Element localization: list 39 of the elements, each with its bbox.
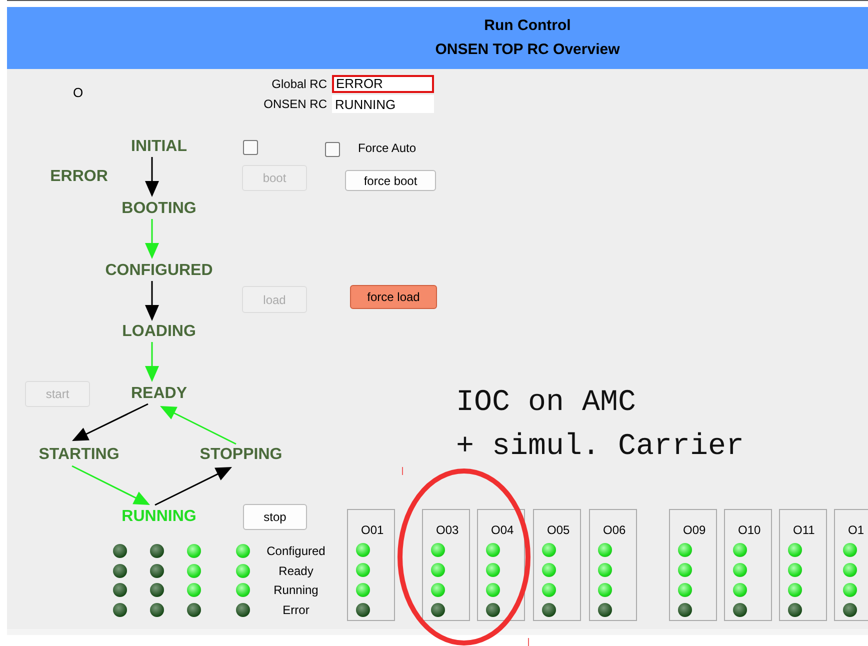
module-name: O1 (848, 523, 864, 537)
command-button[interactable]: force load (350, 285, 437, 309)
state-label: CONFIGURED (104, 261, 214, 281)
indicator-label: O (73, 85, 84, 100)
page-subtitle: ONSEN TOP RC Overview (435, 40, 620, 60)
module-name: O11 (793, 523, 815, 537)
state-label: STOPPING (198, 445, 284, 465)
module-name: O03 (436, 523, 459, 537)
field-label: ONSEN RC (262, 97, 327, 111)
status-field: RUNNING (332, 95, 434, 113)
tick-mark (528, 638, 529, 646)
status-field: ERROR (332, 75, 434, 93)
module-name: O09 (683, 523, 706, 537)
window-title: Run Control (484, 16, 571, 36)
led-row-label: Running (272, 582, 320, 598)
command-button[interactable]: force boot (345, 170, 436, 191)
annotation-text: + simul. Carrier (456, 429, 744, 466)
module-name: O06 (603, 523, 626, 537)
state-label: RUNNING (120, 507, 198, 527)
checkbox-label: Force Auto (358, 140, 416, 156)
checkbox[interactable] (243, 140, 258, 155)
module-name: O01 (361, 523, 384, 537)
annotation-text: IOC on AMC (456, 385, 638, 422)
module-name: O05 (547, 523, 570, 537)
command-button[interactable]: stop (243, 504, 307, 530)
state-label: READY (130, 384, 188, 404)
state-label: ERROR (49, 167, 109, 187)
module-name: O10 (738, 523, 761, 537)
tick-mark (402, 467, 403, 475)
state-label: STARTING (38, 445, 120, 465)
led-row-label: Ready (278, 563, 314, 579)
led-row-label: Error (282, 602, 310, 618)
state-label: BOOTING (120, 199, 198, 219)
state-label: LOADING (121, 322, 197, 342)
led-row-label: Configured (266, 543, 326, 559)
field-label: Global RC (270, 77, 327, 91)
checkbox[interactable] (325, 142, 340, 157)
state-label: INITIAL (130, 137, 188, 157)
module-name: O04 (491, 523, 514, 537)
